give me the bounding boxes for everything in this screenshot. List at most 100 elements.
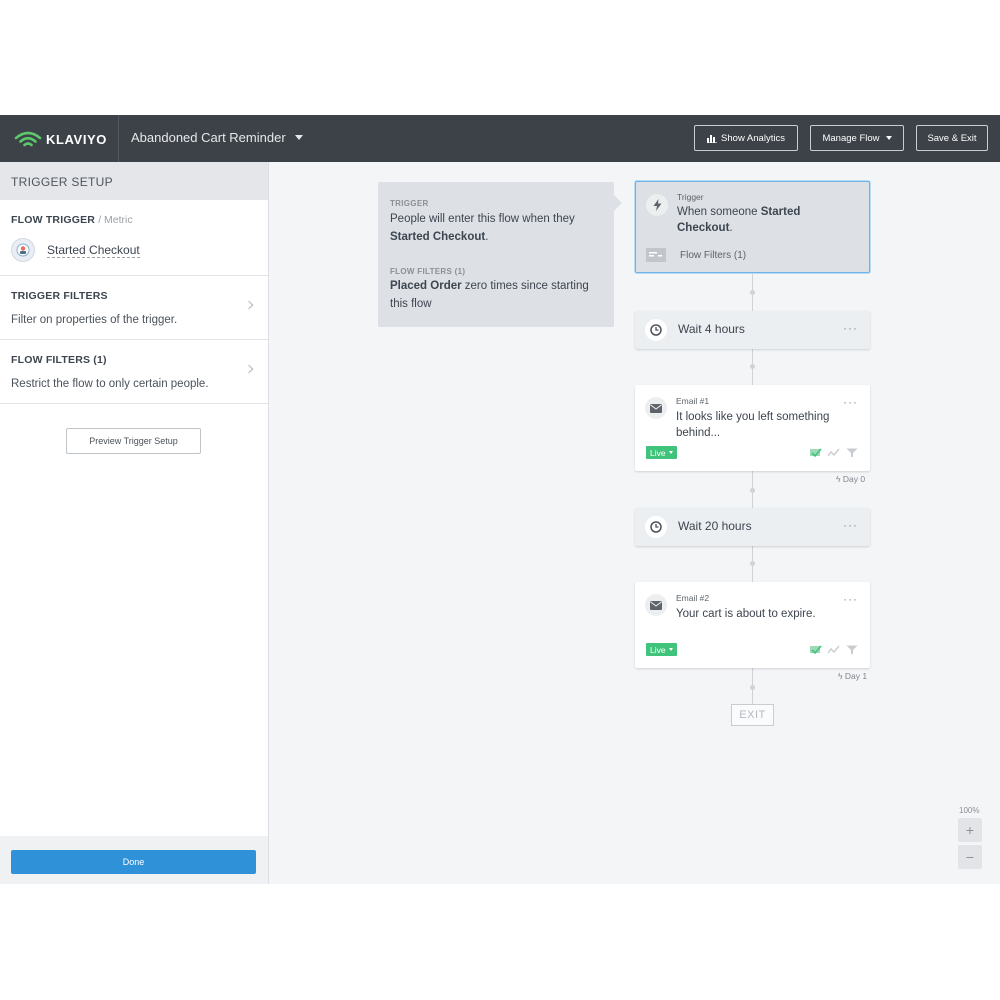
trigger-node-filters[interactable]: Flow Filters (1) bbox=[646, 248, 746, 262]
manage-flow-button[interactable]: Manage Flow bbox=[810, 125, 904, 151]
flow-name-dropdown[interactable]: Abandoned Cart Reminder bbox=[131, 130, 303, 145]
connector-dot[interactable] bbox=[750, 488, 755, 493]
flow-filters-summary-metric: Placed Order bbox=[390, 280, 462, 292]
clock-icon bbox=[645, 516, 667, 538]
email-tools bbox=[810, 645, 858, 655]
more-options-icon[interactable]: ··· bbox=[843, 593, 858, 605]
chevron-right-icon bbox=[244, 300, 254, 310]
wifi-logo-icon bbox=[14, 131, 42, 147]
flow-name: Abandoned Cart Reminder bbox=[131, 130, 286, 145]
save-exit-button[interactable]: Save & Exit bbox=[916, 125, 988, 151]
trigger-summary-text: People will enter this flow when they St… bbox=[390, 210, 604, 246]
chevron-down-icon bbox=[668, 648, 673, 651]
top-bar: KLAVIYO Abandoned Cart Reminder Show Ana… bbox=[0, 115, 1000, 162]
flow-trigger-section: FLOW TRIGGER / Metric Started Checkout bbox=[0, 200, 268, 276]
trigger-summary-label: TRIGGER bbox=[390, 199, 429, 208]
envelope-icon bbox=[645, 594, 667, 616]
bar-chart-icon bbox=[707, 134, 718, 143]
trigger-summary-text-pre: People will enter this flow when they bbox=[390, 213, 575, 225]
sparkline-icon[interactable] bbox=[828, 645, 840, 655]
lightning-icon: ϟ bbox=[836, 474, 841, 484]
flow-filters-title: FLOW FILTERS (1) bbox=[11, 354, 107, 366]
trigger-node-label: Trigger bbox=[677, 192, 704, 202]
trigger-summary-text-post: . bbox=[485, 231, 489, 243]
show-analytics-button[interactable]: Show Analytics bbox=[694, 125, 798, 151]
lightning-icon bbox=[646, 194, 668, 216]
sidebar-footer: Done bbox=[0, 836, 268, 884]
klaviyo-logo[interactable]: KLAVIYO bbox=[14, 129, 107, 149]
email-check-icon[interactable] bbox=[810, 645, 822, 655]
chevron-down-icon bbox=[294, 135, 303, 140]
chevron-down-icon bbox=[668, 451, 673, 454]
flow-filters-summary-text: Placed Order zero times since starting t… bbox=[390, 277, 604, 313]
trigger-setup-sidebar: TRIGGER SETUP FLOW TRIGGER / Metric Star… bbox=[0, 162, 269, 884]
more-options-icon[interactable]: ··· bbox=[843, 396, 858, 408]
wait-node-label: Wait 4 hours bbox=[678, 322, 745, 336]
logo-text: KLAVIYO bbox=[46, 131, 108, 147]
email-node-label: Email #2 bbox=[676, 593, 710, 603]
email-check-icon[interactable] bbox=[810, 448, 822, 458]
trigger-node-text-pre: When someone bbox=[677, 206, 761, 218]
trigger-filters-title: TRIGGER FILTERS bbox=[11, 290, 108, 302]
zoom-out-button[interactable]: − bbox=[958, 845, 982, 869]
connector-dot[interactable] bbox=[750, 561, 755, 566]
metric-name-link[interactable]: Started Checkout bbox=[47, 243, 140, 258]
chevron-right-icon bbox=[244, 364, 254, 374]
done-button[interactable]: Done bbox=[11, 850, 256, 874]
day-label: ϟ Day 0 bbox=[836, 474, 865, 484]
day-label: ϟ Day 1 bbox=[838, 671, 867, 681]
email-node-subject: It looks like you left something behind.… bbox=[676, 411, 830, 439]
metric-source-icon bbox=[11, 238, 35, 262]
flow-trigger-heading: FLOW TRIGGER bbox=[11, 214, 96, 226]
wait-node[interactable]: Wait 20 hours ··· bbox=[635, 508, 870, 546]
preview-trigger-setup-label: Preview Trigger Setup bbox=[89, 436, 178, 446]
more-options-icon[interactable]: ··· bbox=[843, 322, 858, 334]
trigger-filters-section[interactable]: TRIGGER FILTERS Filter on properties of … bbox=[0, 276, 268, 340]
trigger-node-filters-label: Flow Filters (1) bbox=[680, 249, 747, 261]
trigger-node[interactable]: Trigger When someone Started Checkout. F… bbox=[635, 181, 870, 273]
zoom-in-button[interactable]: + bbox=[958, 818, 982, 842]
more-options-icon[interactable]: ··· bbox=[843, 519, 858, 531]
connector-dot[interactable] bbox=[750, 364, 755, 369]
status-badge[interactable]: Live bbox=[646, 643, 677, 656]
envelope-icon bbox=[645, 397, 667, 419]
sidebar-header: TRIGGER SETUP bbox=[0, 162, 268, 200]
trigger-summary-card: TRIGGER People will enter this flow when… bbox=[378, 182, 622, 327]
email-node-subject: Your cart is about to expire. bbox=[676, 608, 816, 620]
wait-node[interactable]: Wait 4 hours ··· bbox=[635, 311, 870, 349]
filter-icon[interactable] bbox=[846, 448, 858, 458]
status-badge-label: Live bbox=[650, 447, 666, 458]
save-exit-label: Save & Exit bbox=[927, 132, 977, 144]
trigger-node-text: When someone Started Checkout. bbox=[677, 204, 857, 236]
trigger-filters-description: Filter on properties of the trigger. bbox=[11, 314, 178, 326]
email-node[interactable]: Email #2 Your cart is about to expire. ·… bbox=[635, 582, 870, 668]
metric-row[interactable]: Started Checkout bbox=[11, 238, 140, 262]
exit-node: EXIT bbox=[731, 704, 774, 726]
chevron-down-icon bbox=[885, 136, 892, 140]
flow-filters-description: Restrict the flow to only certain people… bbox=[11, 378, 209, 390]
clock-icon bbox=[645, 319, 667, 341]
email-tools bbox=[810, 448, 858, 458]
show-analytics-label: Show Analytics bbox=[721, 132, 785, 144]
filter-icon[interactable] bbox=[846, 645, 858, 655]
flow-editor: KLAVIYO Abandoned Cart Reminder Show Ana… bbox=[0, 115, 1000, 884]
cart-badge-icon bbox=[16, 243, 30, 257]
connector-dot[interactable] bbox=[750, 685, 755, 690]
trigger-summary-metric: Started Checkout bbox=[390, 231, 486, 243]
day-label-text: Day 1 bbox=[844, 671, 868, 681]
flow-filters-summary-label: FLOW FILTERS (1) bbox=[390, 267, 466, 276]
wait-node-label: Wait 20 hours bbox=[678, 519, 752, 533]
status-badge[interactable]: Live bbox=[646, 446, 677, 459]
email-node[interactable]: Email #1 It looks like you left somethin… bbox=[635, 385, 870, 471]
status-badge-label: Live bbox=[650, 644, 666, 655]
flow-trigger-subtitle: / Metric bbox=[98, 214, 133, 226]
sparkline-icon[interactable] bbox=[828, 448, 840, 458]
preview-trigger-setup-button[interactable]: Preview Trigger Setup bbox=[66, 428, 201, 454]
zoom-level: 100% bbox=[959, 806, 980, 815]
lightning-icon: ϟ bbox=[838, 671, 843, 681]
email-node-label: Email #1 bbox=[676, 396, 710, 406]
connector-dot[interactable] bbox=[750, 290, 755, 295]
filter-list-icon bbox=[646, 248, 666, 262]
flow-filters-section[interactable]: FLOW FILTERS (1) Restrict the flow to on… bbox=[0, 340, 268, 404]
flow-trigger-title: FLOW TRIGGER / Metric bbox=[11, 214, 133, 226]
